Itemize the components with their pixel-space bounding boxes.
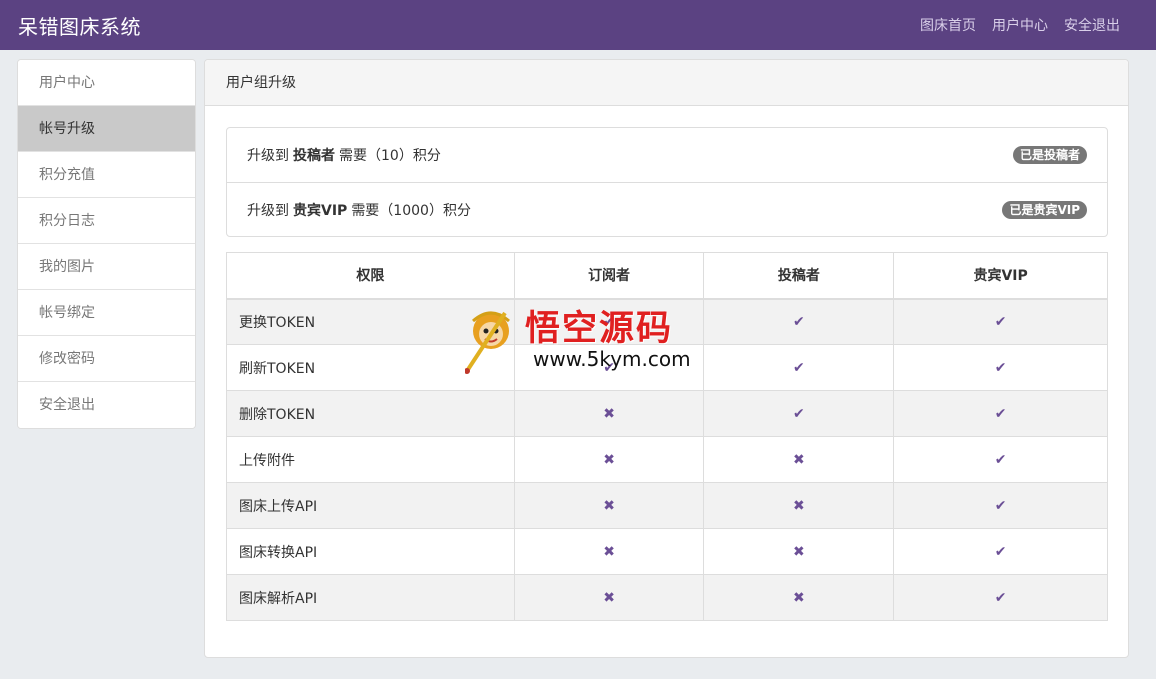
permission-cell: ✖ [513, 574, 705, 621]
column-header-contributor: 投稿者 [703, 252, 895, 300]
permission-cell: ✖ [513, 528, 705, 575]
upgrade-list: 升级到 投稿者 需要（10）积分 已是投稿者 升级到 贵宾VIP 需要（1000）积分 … [226, 127, 1108, 237]
sidebar-item-logout[interactable]: 安全退出 [18, 382, 195, 428]
check-icon: ✔ [994, 313, 1007, 330]
upgrade-group-name: 贵宾VIP [293, 202, 348, 219]
check-icon: ✔ [792, 359, 805, 376]
permission-cell: ✔ [703, 344, 895, 391]
check-icon: ✔ [994, 497, 1007, 514]
check-icon: ✔ [994, 451, 1007, 468]
upgrade-requirement: 需要（1000）积分 [351, 202, 471, 219]
check-icon: ✔ [994, 405, 1007, 422]
cross-icon: ✖ [603, 497, 615, 514]
cross-icon: ✖ [792, 451, 805, 468]
permission-cell: ✖ [703, 528, 895, 575]
sidebar-item-points-recharge[interactable]: 积分充值 [18, 152, 195, 198]
permission-name: 图床上传API [226, 482, 515, 529]
permission-cell: ✔ [893, 390, 1108, 437]
table-row: 图床解析API ✖ ✖ ✔ [226, 574, 1108, 621]
permission-name: 图床转换API [226, 528, 515, 575]
check-icon: ✔ [792, 313, 805, 330]
upgrade-panel: 用户组升级 升级到 投稿者 需要（10）积分 已是投稿者 升级到 贵宾VIP 需要（10… [204, 59, 1129, 658]
sidebar-item-account-upgrade[interactable]: 帐号升级 [18, 106, 195, 152]
cross-icon: ✖ [603, 589, 615, 606]
permission-name: 刷新TOKEN [226, 344, 515, 391]
upgrade-item-contributor: 升级到 投稿者 需要（10）积分 已是投稿者 [227, 128, 1107, 182]
table-row: 更换TOKEN ✔ ✔ ✔ [226, 298, 1108, 345]
table-row: 上传附件 ✖ ✖ ✔ [226, 436, 1108, 483]
cross-icon: ✖ [603, 451, 615, 468]
permission-cell: ✔ [893, 528, 1108, 575]
sidebar-item-account-binding[interactable]: 帐号绑定 [18, 290, 195, 336]
permission-cell: ✔ [893, 298, 1108, 345]
check-icon: ✔ [603, 313, 615, 330]
permission-name: 图床解析API [226, 574, 515, 621]
permission-cell: ✔ [893, 344, 1108, 391]
permission-name: 删除TOKEN [226, 390, 515, 437]
upgrade-item-vip: 升级到 贵宾VIP 需要（1000）积分 已是贵宾VIP [227, 182, 1107, 236]
nav-link-logout[interactable]: 安全退出 [1064, 15, 1120, 35]
permission-cell: ✔ [893, 436, 1108, 483]
brand-title[interactable]: 呆错图床系统 [18, 11, 141, 40]
permission-cell: ✔ [893, 482, 1108, 529]
table-row: 刷新TOKEN ✔ ✔ ✔ [226, 344, 1108, 391]
upgrade-group-name: 投稿者 [293, 148, 335, 164]
panel-title: 用户组升级 [205, 60, 1128, 106]
sidebar-item-user-center[interactable]: 用户中心 [18, 60, 195, 106]
sidebar: 用户中心 帐号升级 积分充值 积分日志 我的图片 帐号绑定 修改密码 安全退出 [17, 59, 196, 429]
column-header-permission: 权限 [226, 252, 515, 300]
permission-cell: ✔ [893, 574, 1108, 621]
permission-cell: ✖ [513, 390, 705, 437]
cross-icon: ✖ [792, 497, 805, 514]
table-row: 图床转换API ✖ ✖ ✔ [226, 528, 1108, 575]
nav-link-user-center[interactable]: 用户中心 [992, 15, 1048, 35]
cross-icon: ✖ [792, 589, 805, 606]
permission-name: 上传附件 [226, 436, 515, 483]
upgrade-prefix: 升级到 [247, 148, 289, 164]
status-badge: 已是贵宾VIP [1002, 200, 1087, 219]
permission-cell: ✖ [703, 436, 895, 483]
permission-cell: ✖ [703, 574, 895, 621]
nav-links: 图床首页 用户中心 安全退出 [920, 15, 1138, 35]
check-icon: ✔ [994, 359, 1007, 376]
permission-cell: ✔ [703, 390, 895, 437]
sidebar-item-change-password[interactable]: 修改密码 [18, 336, 195, 382]
cross-icon: ✖ [792, 543, 805, 560]
permission-cell: ✔ [513, 298, 705, 345]
sidebar-item-my-images[interactable]: 我的图片 [18, 244, 195, 290]
status-badge: 已是投稿者 [1012, 146, 1087, 164]
table-header-row: 权限 订阅者 投稿者 贵宾VIP [226, 252, 1108, 300]
permission-cell: ✖ [513, 482, 705, 529]
permission-cell: ✔ [703, 298, 895, 345]
top-navbar: 呆错图床系统 图床首页 用户中心 安全退出 [0, 0, 1156, 50]
permissions-table: 权限 订阅者 投稿者 贵宾VIP 更换TOKEN ✔ ✔ ✔ 刷新TOKEN ✔ ✔ ✔ 删除T… [226, 252, 1108, 621]
check-icon: ✔ [994, 543, 1007, 560]
check-icon: ✔ [994, 589, 1007, 606]
upgrade-prefix: 升级到 [247, 202, 289, 219]
permission-cell: ✔ [513, 344, 705, 391]
column-header-subscriber: 订阅者 [513, 252, 705, 300]
upgrade-requirement: 需要（10）积分 [339, 148, 441, 164]
table-row: 图床上传API ✖ ✖ ✔ [226, 482, 1108, 529]
check-icon: ✔ [603, 359, 615, 376]
check-icon: ✔ [792, 405, 805, 422]
upgrade-text: 升级到 投稿者 需要（10）积分 [247, 145, 441, 165]
cross-icon: ✖ [603, 405, 615, 422]
column-header-vip: 贵宾VIP [893, 252, 1108, 300]
upgrade-text: 升级到 贵宾VIP 需要（1000）积分 [247, 200, 471, 220]
nav-link-home[interactable]: 图床首页 [920, 15, 976, 35]
permission-name: 更换TOKEN [226, 298, 515, 345]
table-row: 删除TOKEN ✖ ✔ ✔ [226, 390, 1108, 437]
cross-icon: ✖ [603, 543, 615, 560]
permission-cell: ✖ [703, 482, 895, 529]
sidebar-item-points-log[interactable]: 积分日志 [18, 198, 195, 244]
permission-cell: ✖ [513, 436, 705, 483]
